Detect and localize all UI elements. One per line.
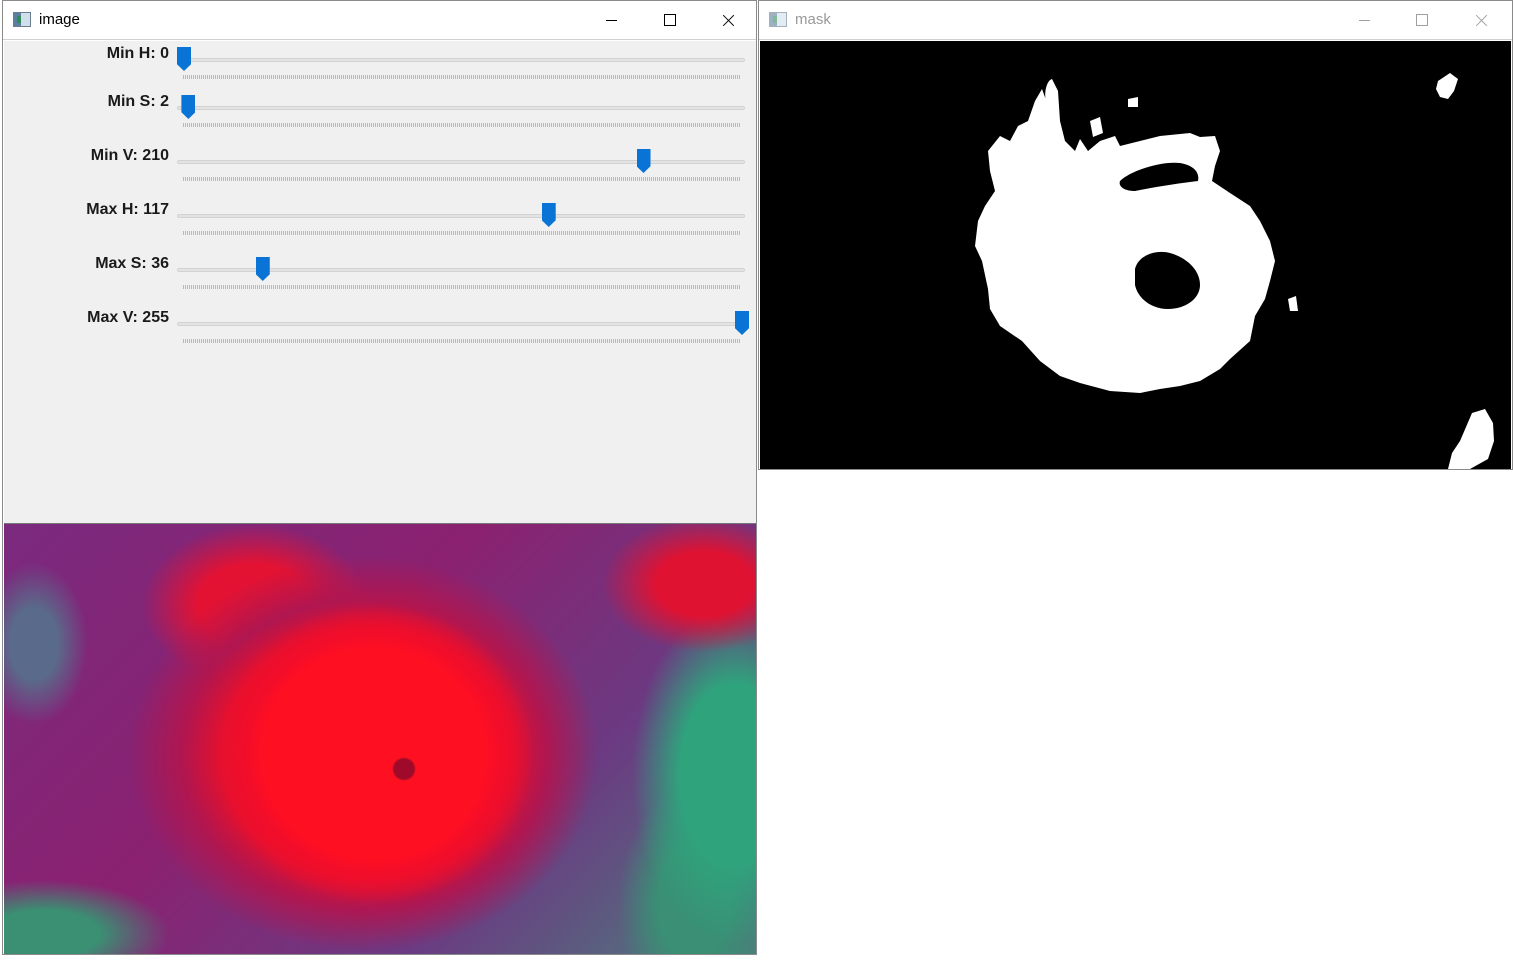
trackbar-thumb[interactable]	[735, 311, 749, 335]
mask-blob-main	[975, 79, 1275, 393]
mask-window-titlebar[interactable]: mask	[759, 1, 1512, 40]
trackbar-thumb[interactable]	[541, 203, 556, 227]
trackbar-label: Max H: 117	[86, 201, 169, 218]
trackbar-ticks	[183, 231, 740, 235]
mask-blob-small1	[1128, 97, 1138, 107]
trackbar-min-s: Min S: 2	[4, 91, 756, 141]
trackbar-track[interactable]	[177, 214, 745, 218]
trackbar-thumb[interactable]	[177, 47, 191, 71]
mask-shapes	[975, 73, 1494, 469]
close-button[interactable]	[1452, 1, 1510, 40]
mask-blob-topright	[1436, 73, 1458, 99]
trackbar-ticks	[183, 339, 740, 343]
trackbar-label: Min V: 210	[90, 147, 169, 164]
image-window-titlebar[interactable]: image	[3, 1, 756, 40]
minimize-button[interactable]	[582, 1, 640, 40]
trackbar-ticks	[183, 75, 740, 79]
trackbar-min-h: Min H: 0	[4, 43, 756, 93]
trackbar-ticks	[183, 285, 740, 289]
trackbar-ticks	[183, 177, 740, 181]
window-title: image	[39, 11, 80, 28]
close-button[interactable]	[699, 1, 757, 40]
mask-blob-small2	[1090, 117, 1103, 137]
window-title: mask	[795, 11, 831, 28]
trackbar-max-s: Max S: 36	[4, 253, 756, 303]
trackbar-ticks	[183, 123, 740, 127]
trackbar-label: Max V: 255	[87, 309, 169, 326]
mask-blob-right	[1288, 296, 1298, 311]
trackbar-label: Min H: 0	[106, 45, 169, 62]
trackbar-label: Min S: 2	[107, 93, 169, 110]
satellite-image	[4, 523, 756, 954]
trackbar-label: Max S: 36	[95, 255, 169, 272]
mask-blob-bottomright	[1448, 409, 1494, 469]
mask-image	[760, 41, 1511, 469]
trackbar-track[interactable]	[177, 322, 745, 326]
trackbar-thumb[interactable]	[255, 257, 270, 281]
image-window[interactable]: image Min H: 0 Min S: 2 Min V: 210 Max H…	[2, 0, 757, 955]
trackbar-track[interactable]	[177, 58, 745, 62]
trackbar-thumb[interactable]	[636, 149, 651, 173]
app-icon	[13, 12, 31, 27]
trackbar-panel: Min H: 0 Min S: 2 Min V: 210 Max H: 117 …	[4, 41, 756, 523]
trackbar-max-h: Max H: 117	[4, 199, 756, 249]
maximize-button[interactable]	[1393, 1, 1451, 40]
trackbar-track[interactable]	[177, 160, 745, 164]
trackbar-max-v: Max V: 255	[4, 307, 756, 357]
maximize-button[interactable]	[641, 1, 699, 40]
trackbar-thumb[interactable]	[181, 95, 196, 119]
trackbar-track[interactable]	[177, 106, 745, 110]
mask-window[interactable]: mask	[758, 0, 1513, 470]
trackbar-min-v: Min V: 210	[4, 145, 756, 195]
app-icon	[769, 12, 787, 27]
minimize-button[interactable]	[1335, 1, 1393, 40]
